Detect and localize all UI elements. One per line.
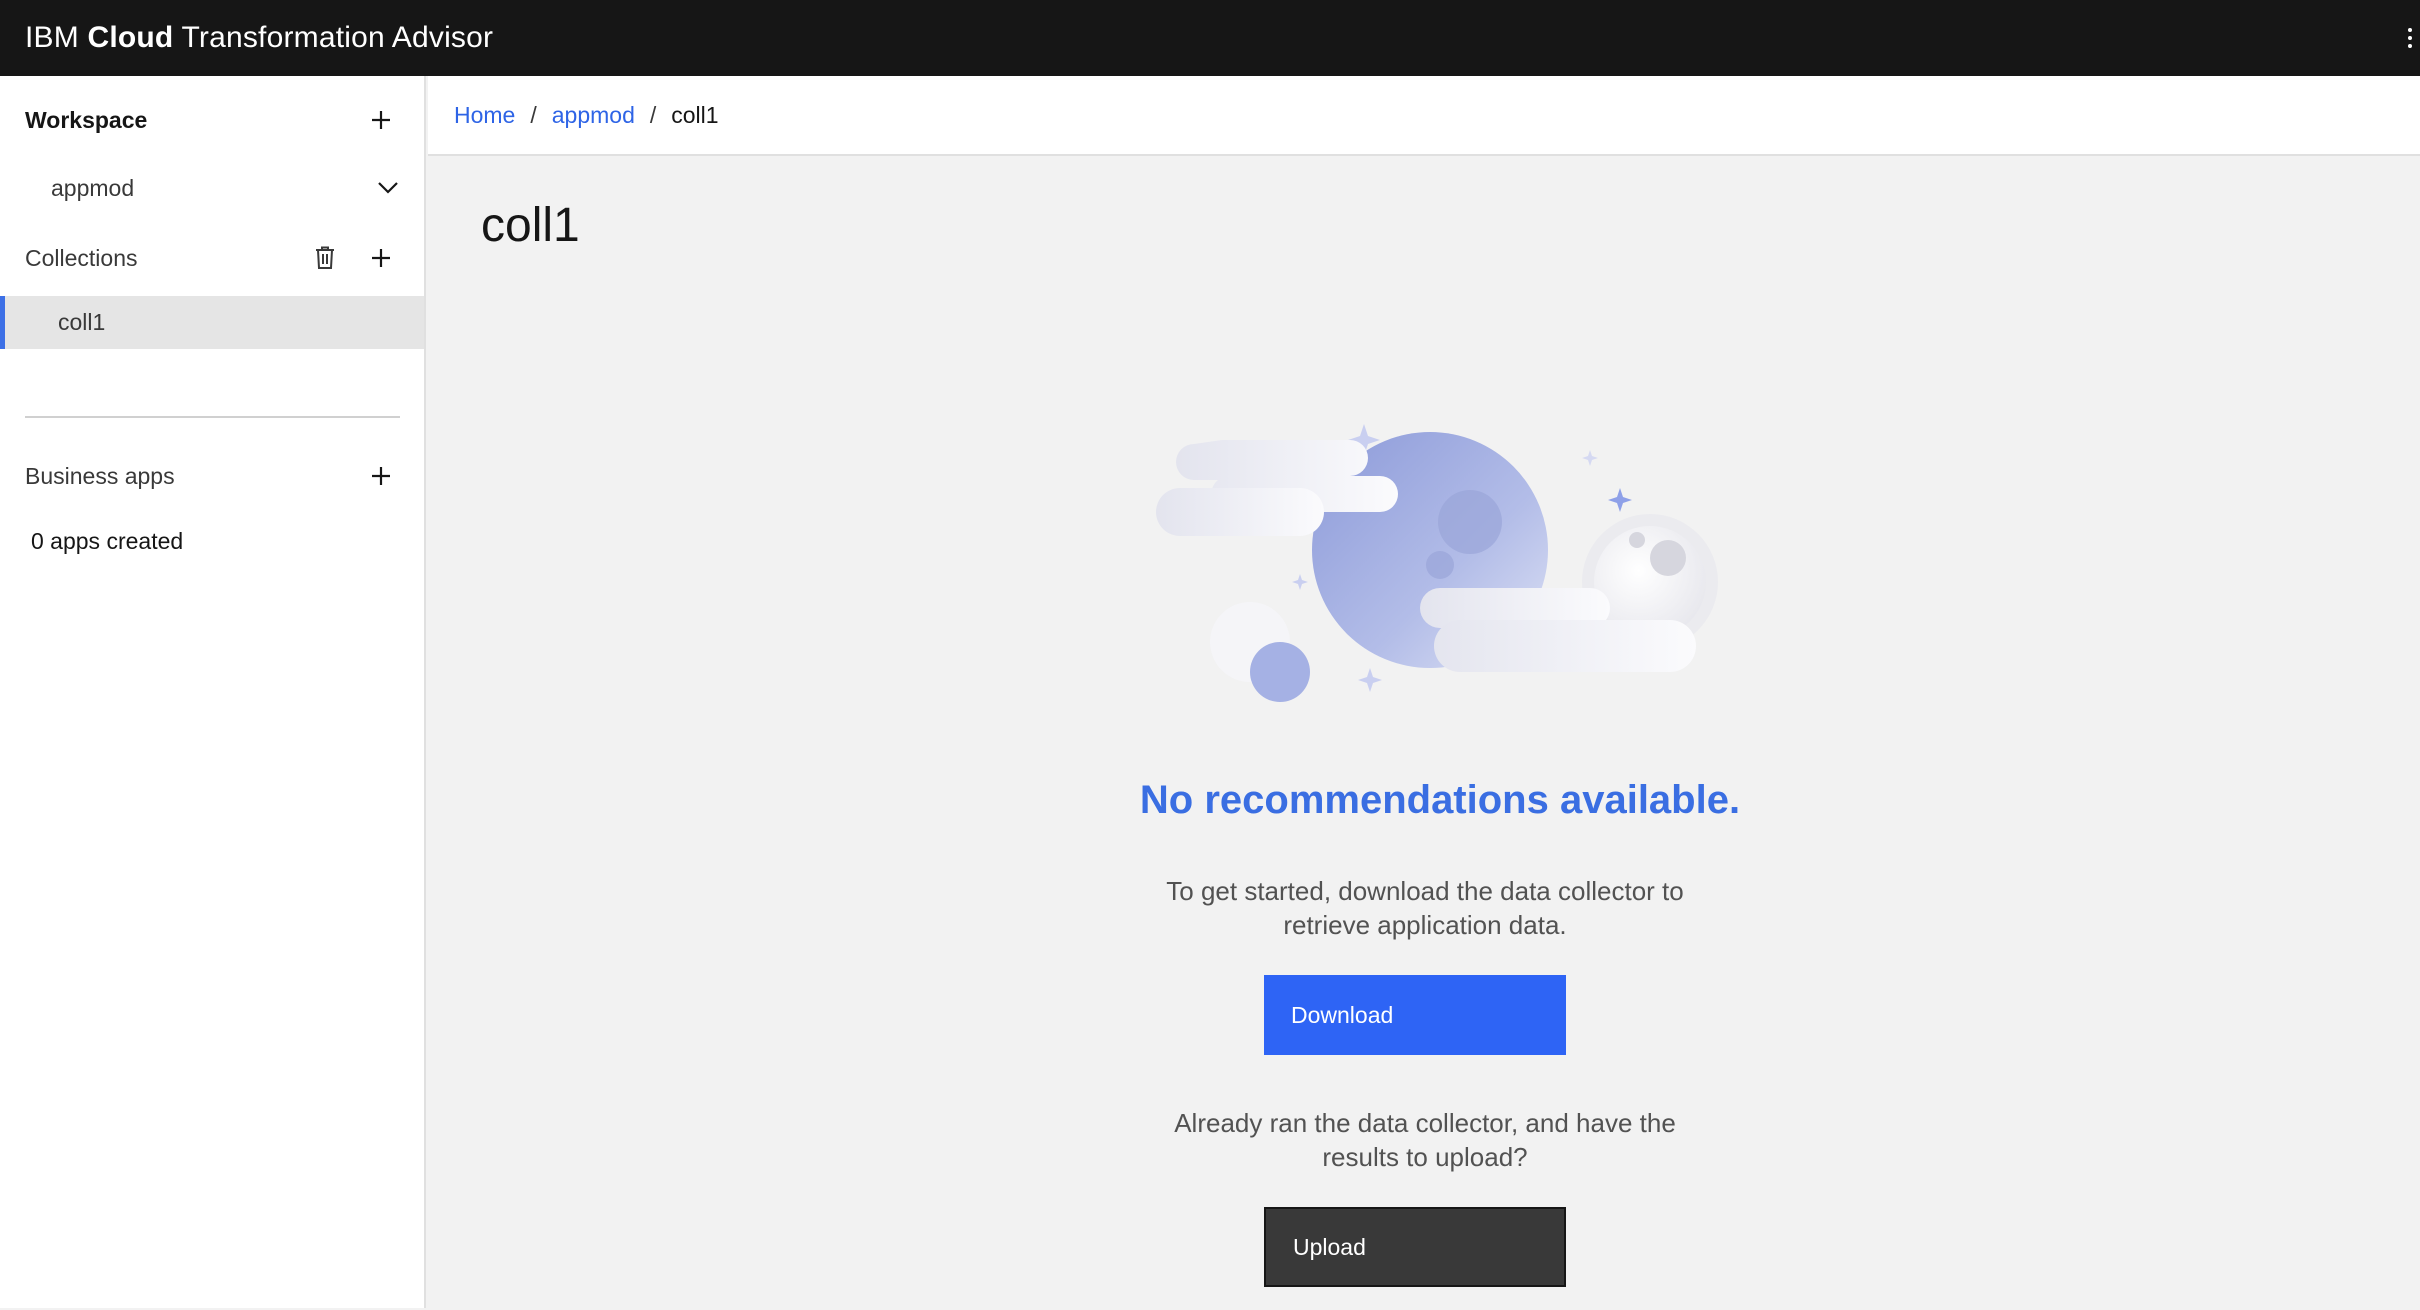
delete-collection-button[interactable] — [307, 240, 343, 276]
plus-icon — [372, 111, 390, 129]
business-apps-header: Business apps — [25, 456, 399, 496]
sidebar-divider — [25, 416, 400, 418]
breadcrumb-separator: / — [649, 101, 657, 128]
product-name[interactable]: IBM Cloud Transformation Advisor — [25, 21, 493, 55]
brand-prefix: IBM — [25, 21, 79, 54]
empty-state: No recommendations available. To get sta… — [1110, 410, 1770, 1310]
download-button[interactable]: Download — [1264, 975, 1566, 1055]
empty-state-description-download: To get started, download the data collec… — [1166, 876, 1684, 940]
add-collection-button[interactable] — [363, 240, 399, 276]
collections-title: Collections — [25, 244, 138, 271]
plus-icon — [372, 249, 390, 267]
breadcrumb-separator: / — [530, 101, 537, 128]
top-header-bar: IBM Cloud Transformation Advisor — [0, 0, 2420, 76]
trash-can-icon — [316, 246, 334, 269]
empty-state-illustration — [1156, 424, 1718, 702]
chevron-down-icon — [378, 182, 398, 194]
add-business-app-button[interactable] — [363, 458, 399, 494]
business-apps-title: Business apps — [25, 462, 175, 489]
brand-strong: Cloud — [87, 21, 174, 54]
collection-item-coll1[interactable]: coll1 — [0, 296, 424, 349]
sidebar: Workspace appmod Collections coll1 Busin… — [0, 76, 426, 1308]
page-title: coll1 — [481, 199, 580, 252]
workspace-selected-value: appmod — [51, 174, 135, 201]
brand-suffix: Transformation Advisor — [181, 21, 494, 54]
workspace-header: Workspace — [25, 100, 399, 140]
empty-state-description-upload: Already ran the data collector, and have… — [1174, 1108, 1676, 1172]
plus-icon — [372, 467, 390, 485]
apps-count-text: 0 apps created — [31, 528, 184, 554]
breadcrumb-current: coll1 — [671, 101, 719, 128]
breadcrumb-home-link[interactable]: Home — [454, 102, 515, 129]
breadcrumb: Home / appmod / coll1 — [428, 76, 2420, 156]
add-workspace-button[interactable] — [363, 102, 399, 138]
empty-state-title: No recommendations available. — [1139, 778, 1741, 822]
breadcrumb-workspace-link[interactable]: appmod — [552, 102, 635, 129]
workspace-title: Workspace — [25, 106, 148, 133]
collection-item-label: coll1 — [58, 309, 106, 335]
overflow-menu-vertical-icon[interactable] — [2404, 22, 2416, 54]
upload-button[interactable]: Upload — [1264, 1207, 1566, 1287]
collections-actions — [307, 240, 399, 276]
workspace-dropdown[interactable]: appmod — [51, 166, 399, 210]
collections-header: Collections — [25, 238, 399, 278]
